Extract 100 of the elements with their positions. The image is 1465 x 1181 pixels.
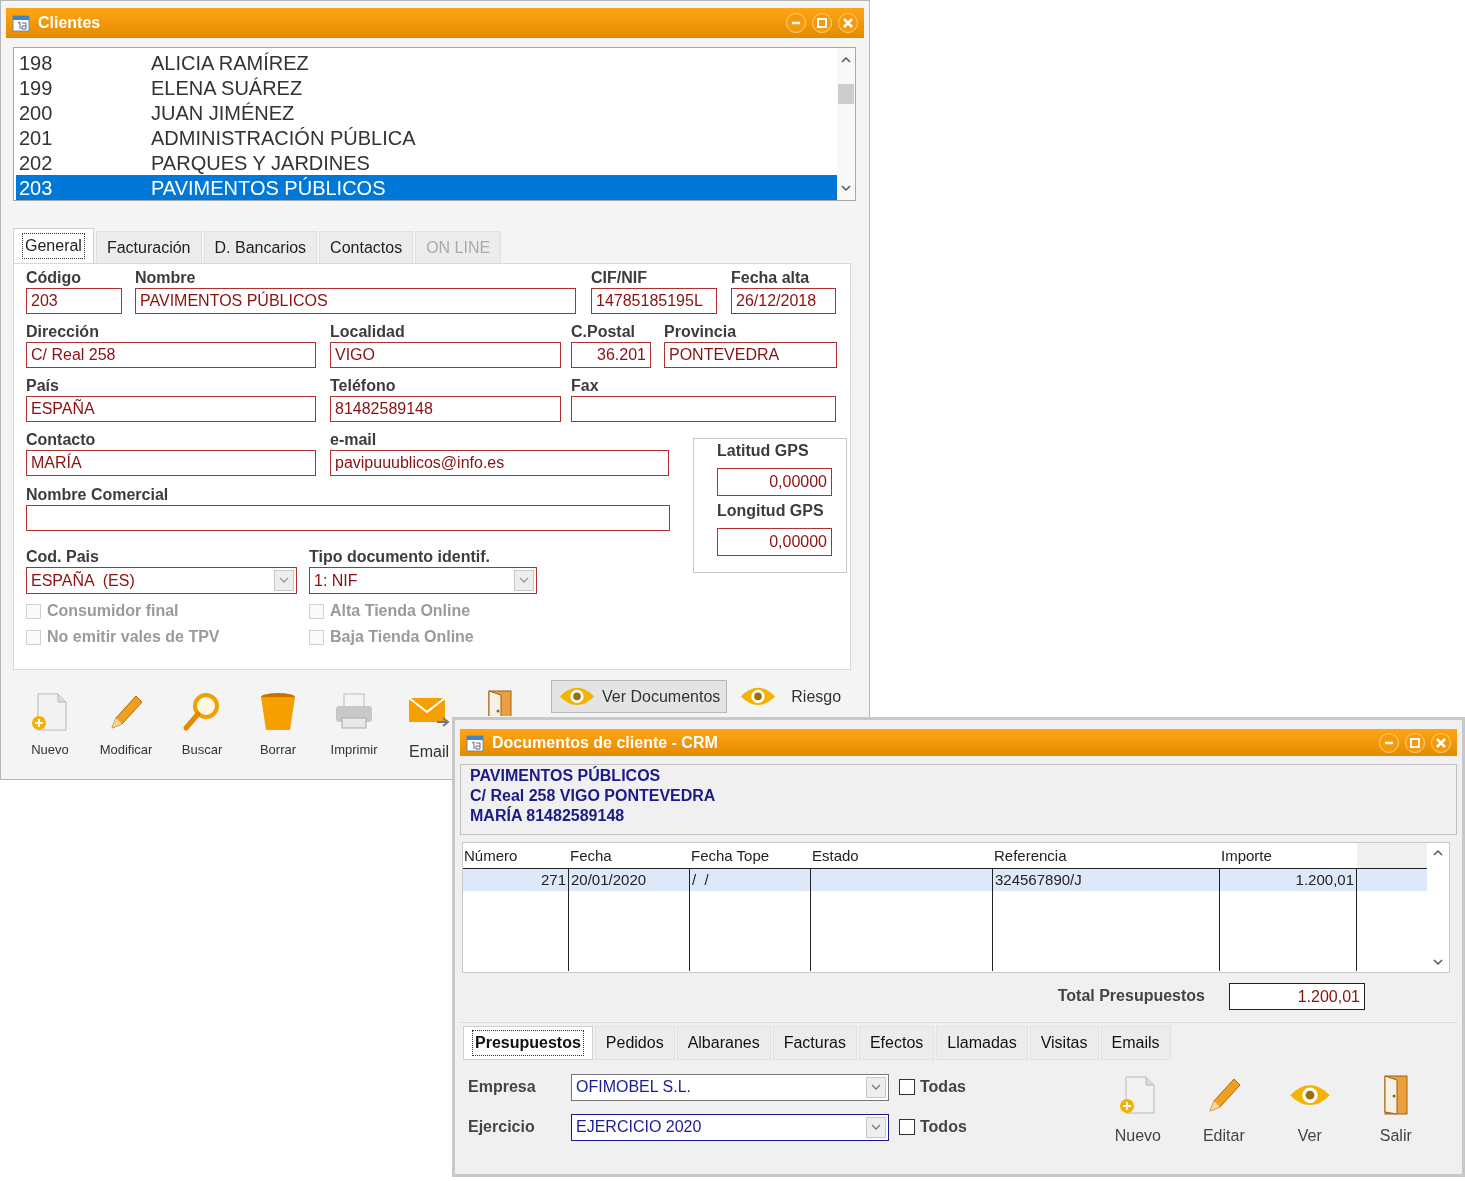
tab[interactable]: Llamadas xyxy=(936,1026,1028,1060)
client-row[interactable]: 201 ADMINISTRACIÓN PÚBLICA xyxy=(16,125,837,150)
field-label: Código xyxy=(26,268,83,288)
field-label: Latitud GPS xyxy=(717,441,810,461)
toolbar-button[interactable]: Borrar xyxy=(240,680,316,764)
column-header[interactable]: Número xyxy=(463,843,569,868)
tab[interactable]: Efectos xyxy=(858,1026,935,1060)
tab[interactable]: Pedidos xyxy=(594,1026,675,1060)
field-label: Provincia xyxy=(664,322,738,342)
close-button[interactable] xyxy=(838,13,858,33)
action-button[interactable]: Editar xyxy=(1180,1070,1267,1148)
text-field[interactable]: 14785185195L xyxy=(591,288,717,314)
text-field[interactable]: VIGO xyxy=(330,342,561,368)
tab[interactable]: Emails xyxy=(1100,1026,1171,1060)
dropdown[interactable]: ESPAÑA (ES) xyxy=(26,567,297,594)
tab[interactable]: General xyxy=(13,228,94,263)
text-field[interactable]: 81482589148 xyxy=(330,396,561,422)
client-row[interactable]: 198 ALICIA RAMÍREZ xyxy=(16,50,837,75)
column-header[interactable]: Fecha xyxy=(569,843,690,868)
column-header[interactable]: Fecha Tope xyxy=(690,843,811,868)
empty-column-header xyxy=(1357,843,1427,868)
scroll-down-icon[interactable] xyxy=(840,182,852,194)
field-label: CIF/NIF xyxy=(591,268,648,288)
eye-icon xyxy=(739,685,778,708)
text-field[interactable] xyxy=(571,396,836,422)
toolbar-button[interactable]: Nuevo xyxy=(12,680,88,764)
tab[interactable]: Facturas xyxy=(772,1026,857,1060)
client-row[interactable]: 199 ELENA SUÁREZ xyxy=(16,75,837,100)
table-cell: 1.200,01 xyxy=(1220,869,1357,891)
text-field[interactable]: C/ Real 258 xyxy=(26,342,316,368)
minimize-button[interactable] xyxy=(1379,732,1399,753)
checkbox-label: Baja Tienda Online xyxy=(330,627,474,647)
text-field[interactable]: 0,00000 xyxy=(717,468,832,496)
total-label: Total Presupuestos xyxy=(1057,986,1205,1006)
text-field[interactable] xyxy=(26,505,670,531)
column-header[interactable]: Estado xyxy=(811,843,993,868)
tab[interactable]: Albaranes xyxy=(676,1026,771,1060)
checkbox-label: Todos xyxy=(920,1117,967,1137)
toolbar-button[interactable]: Imprimir xyxy=(316,680,392,764)
field-label: Nombre Comercial xyxy=(26,485,170,505)
toolbar-button[interactable]: Buscar xyxy=(164,680,240,764)
scrollbar[interactable] xyxy=(837,48,855,200)
table-cell: 324567890/J xyxy=(993,869,1220,891)
table-cell: 271 xyxy=(463,869,569,891)
checkbox[interactable] xyxy=(899,1119,915,1135)
action-button[interactable]: Ver xyxy=(1266,1070,1353,1148)
total-field: 1.200,01 xyxy=(1229,982,1365,1010)
table-cell: / / xyxy=(690,869,811,891)
tab[interactable]: Visitas xyxy=(1029,1026,1099,1060)
dropdown[interactable]: EJERCICIO 2020 xyxy=(571,1113,889,1141)
field-label: C.Postal xyxy=(571,322,636,342)
scrollbar-thumb[interactable] xyxy=(838,84,854,104)
text-field[interactable]: ESPAÑA xyxy=(26,396,316,422)
action-button[interactable]: Nuevo xyxy=(1094,1070,1181,1148)
dropdown[interactable]: 1: NIF xyxy=(309,567,537,594)
close-button[interactable] xyxy=(1431,732,1451,753)
tab[interactable]: Facturación xyxy=(95,231,202,263)
filter-label: Ejercicio xyxy=(468,1117,536,1137)
text-field[interactable]: 26/12/2018 xyxy=(731,288,836,314)
field-label: Localidad xyxy=(330,322,406,342)
client-row[interactable]: 200 JUAN JIMÉNEZ xyxy=(16,100,837,125)
scroll-down-icon[interactable] xyxy=(1432,956,1444,968)
text-field[interactable]: pavipuuublicos@info.es xyxy=(330,450,669,476)
calendar-icon xyxy=(12,14,30,32)
checkbox-label: Alta Tienda Online xyxy=(330,601,471,621)
door-icon xyxy=(1383,1075,1408,1115)
tab[interactable]: Contactos xyxy=(319,231,414,263)
text-field[interactable]: 36.201 xyxy=(571,342,651,368)
table-row[interactable]: 271 20/01/2020 / / 324567890/J 1.200,01 xyxy=(463,869,1427,891)
maximize-button[interactable] xyxy=(812,13,832,33)
toolbar-button[interactable] xyxy=(488,690,512,716)
field-label: Cod. Pais xyxy=(26,547,100,567)
text-field[interactable]: 203 xyxy=(26,288,122,314)
maximize-button[interactable] xyxy=(1405,732,1425,753)
text-field[interactable]: 0,00000 xyxy=(717,528,832,556)
minimize-button[interactable] xyxy=(786,13,806,33)
text-field[interactable]: PAVIMENTOS PÚBLICOS xyxy=(135,288,576,314)
tab[interactable]: D. Bancarios xyxy=(203,231,318,263)
tab[interactable]: Presupuestos xyxy=(463,1026,593,1060)
window-title: Clientes xyxy=(38,13,102,33)
column-header[interactable]: Referencia xyxy=(993,843,1220,868)
column-header[interactable]: Importe xyxy=(1220,843,1357,868)
text-field[interactable]: PONTEVEDRA xyxy=(664,342,837,368)
dropdown[interactable]: OFIMOBEL S.L. xyxy=(571,1073,889,1101)
summary-line: C/ Real 258 VIGO PONTEVEDRA xyxy=(470,786,717,806)
field-label: Longitud GPS xyxy=(717,501,825,521)
checkbox-label: Todas xyxy=(920,1077,966,1097)
risk-button[interactable]: Riesgo xyxy=(739,680,842,713)
field-label: Contacto xyxy=(26,430,97,450)
field-label: e-mail xyxy=(330,430,378,450)
text-field[interactable]: MARÍA xyxy=(26,450,316,476)
action-button[interactable]: Salir xyxy=(1352,1070,1439,1148)
checkbox[interactable] xyxy=(899,1079,915,1095)
view-documents-button[interactable]: Ver Documentos xyxy=(551,680,728,713)
field-label: Fecha alta xyxy=(731,268,811,288)
client-row[interactable]: 202 PARQUES Y JARDINES xyxy=(16,150,837,175)
window-title: Documentos de cliente - CRM xyxy=(492,732,719,753)
client-row[interactable]: 203 PAVIMENTOS PÚBLICOS xyxy=(16,175,837,200)
toolbar-button[interactable]: Modificar xyxy=(88,680,164,764)
toolbar-button[interactable]: Email xyxy=(406,680,452,764)
